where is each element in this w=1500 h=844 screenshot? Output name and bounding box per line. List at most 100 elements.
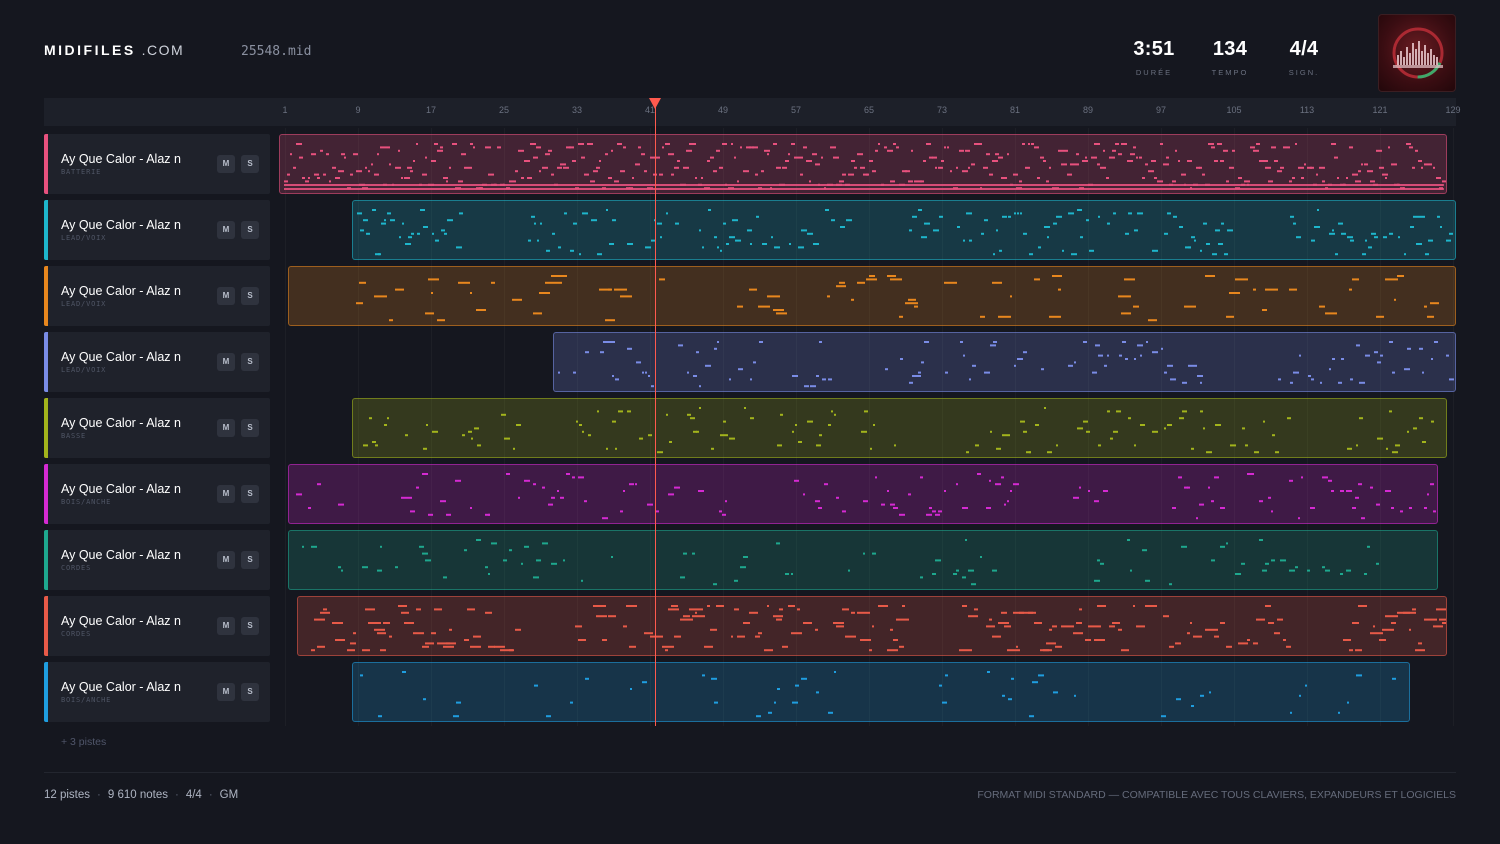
- mute-button[interactable]: M: [217, 683, 235, 701]
- mute-button[interactable]: M: [217, 353, 235, 371]
- solo-button[interactable]: S: [241, 683, 259, 701]
- stat-signature: 4/4 SIGN.: [1264, 38, 1344, 77]
- track-name: Ay Que Calor - Alaz n: [61, 680, 181, 694]
- mute-button[interactable]: M: [217, 485, 235, 503]
- footer-divider: [44, 772, 1456, 773]
- track-color-bar: [44, 134, 48, 194]
- mute-button[interactable]: M: [217, 155, 235, 173]
- brand-name: MIDIFILES: [44, 42, 136, 58]
- stat-tempo-value: 134: [1212, 38, 1248, 60]
- ruler-tick: 57: [790, 105, 802, 115]
- footer-standard: GM: [219, 789, 239, 801]
- note-pattern: [557, 341, 1454, 388]
- cover-art: [1378, 14, 1456, 92]
- track-name: Ay Que Calor - Alaz n: [61, 350, 181, 364]
- solo-button[interactable]: S: [241, 617, 259, 635]
- track-header[interactable]: Ay Que Calor - Alaz n LEAD/VOIX M S: [44, 266, 270, 326]
- track-header[interactable]: Ay Que Calor - Alaz n CORDES M S: [44, 596, 270, 656]
- track-header[interactable]: Ay Que Calor - Alaz n LEAD/VOIX M S: [44, 200, 270, 260]
- brand-logo[interactable]: MIDIFILES .COM: [44, 42, 184, 58]
- track-name: Ay Que Calor - Alaz n: [61, 548, 181, 562]
- ruler-tick: 105: [1226, 105, 1242, 115]
- solo-button[interactable]: S: [241, 485, 259, 503]
- track-header[interactable]: Ay Que Calor - Alaz n BOIS/ANCHE M S: [44, 464, 270, 524]
- footer-notes: 9 610 notes: [107, 789, 168, 801]
- note-pattern: [302, 539, 1380, 586]
- cover-skyline-icon: [1392, 27, 1444, 79]
- track-region[interactable]: [279, 134, 1447, 194]
- ruler-tick: 1: [282, 105, 288, 115]
- brand-domain: .COM: [141, 42, 185, 58]
- ruler-tick: 33: [571, 105, 583, 115]
- solo-button[interactable]: S: [241, 287, 259, 305]
- track-header[interactable]: Ay Que Calor - Alaz n CORDES M S: [44, 530, 270, 590]
- track-header[interactable]: Ay Que Calor - Alaz n LEAD/VOIX M S: [44, 332, 270, 392]
- mute-button[interactable]: M: [217, 221, 235, 239]
- track-color-bar: [44, 398, 48, 458]
- ruler-tick: 89: [1082, 105, 1094, 115]
- track-category: LEAD/VOIX: [61, 366, 107, 374]
- footer-separator: ·: [97, 789, 101, 801]
- track-header[interactable]: Ay Que Calor - Alaz n BASSE M S: [44, 398, 270, 458]
- mute-button[interactable]: M: [217, 419, 235, 437]
- solo-button[interactable]: S: [241, 221, 259, 239]
- footer-separator: ·: [174, 789, 179, 801]
- ruler-tick: 129: [1445, 105, 1461, 115]
- solo-button[interactable]: S: [241, 353, 259, 371]
- track-color-bar: [44, 662, 48, 722]
- solo-button[interactable]: S: [241, 155, 259, 173]
- more-tracks-link[interactable]: + 3 pistes: [61, 736, 106, 748]
- ruler-tick: 65: [863, 105, 875, 115]
- stat-signature-label: SIGN.: [1288, 68, 1320, 77]
- track-color-bar: [44, 332, 48, 392]
- stat-duration: 3:51 DURÉE: [1114, 38, 1194, 77]
- note-pattern: [363, 407, 1434, 454]
- track-region[interactable]: [552, 332, 1456, 392]
- track-name: Ay Que Calor - Alaz n: [61, 284, 181, 298]
- track-color-bar: [44, 530, 48, 590]
- solo-button[interactable]: S: [241, 551, 259, 569]
- track-region[interactable]: [297, 596, 1447, 656]
- mute-button[interactable]: M: [217, 617, 235, 635]
- track-region[interactable]: [352, 662, 1411, 722]
- track-category: BOIS/ANCHE: [61, 498, 112, 506]
- track-header[interactable]: Ay Que Calor - Alaz n BATTERIE M S: [44, 134, 270, 194]
- stat-signature-value: 4/4: [1289, 38, 1319, 60]
- track-category: LEAD/VOIX: [61, 300, 107, 308]
- playhead-line[interactable]: [654, 106, 656, 726]
- ruler-tick: 113: [1299, 105, 1315, 115]
- track-color-bar: [44, 464, 48, 524]
- track-name: Ay Que Calor - Alaz n: [61, 482, 181, 496]
- track-header[interactable]: Ay Que Calor - Alaz n BOIS/ANCHE M S: [44, 662, 270, 722]
- footer-separator: ·: [208, 789, 213, 801]
- ruler-tick: 49: [717, 105, 729, 115]
- footer-compat-note: FORMAT MIDI STANDARD — COMPATIBLE AVEC T…: [977, 789, 1456, 801]
- mute-button[interactable]: M: [217, 551, 235, 569]
- track-region[interactable]: [352, 200, 1456, 260]
- track-name: Ay Que Calor - Alaz n: [61, 416, 181, 430]
- footer-tracks: 12 pistes: [44, 789, 91, 801]
- track-category: BOIS/ANCHE: [61, 696, 112, 704]
- footer-signature: 4/4: [185, 789, 202, 801]
- mute-button[interactable]: M: [217, 287, 235, 305]
- stat-tempo: 134 TEMPO: [1190, 38, 1270, 77]
- stat-duration-label: DURÉE: [1135, 68, 1173, 77]
- ruler-tick: 121: [1372, 105, 1388, 115]
- track-region[interactable]: [288, 530, 1438, 590]
- track-region[interactable]: [352, 398, 1447, 458]
- track-name: Ay Que Calor - Alaz n: [61, 614, 181, 628]
- ruler-tick: 9: [355, 105, 361, 115]
- track-category: CORDES: [61, 630, 92, 638]
- solo-button[interactable]: S: [241, 419, 259, 437]
- bar-grid-line: [285, 128, 286, 726]
- track-category: BASSE: [61, 432, 87, 440]
- track-name: Ay Que Calor - Alaz n: [61, 152, 181, 166]
- footer-summary: 12 pistes · 9 610 notes · 4/4 · GM: [44, 789, 238, 801]
- timeline-ruler[interactable]: 1 9 17 25 33 41 49 57 65 73 81 89 97 105 113 121 129: [44, 98, 1461, 126]
- track-region[interactable]: [288, 266, 1456, 326]
- ruler-tick: 73: [936, 105, 948, 115]
- note-pattern: [296, 473, 1437, 520]
- stat-tempo-label: TEMPO: [1211, 68, 1249, 77]
- stat-duration-value: 3:51: [1133, 38, 1175, 60]
- track-region[interactable]: [288, 464, 1438, 524]
